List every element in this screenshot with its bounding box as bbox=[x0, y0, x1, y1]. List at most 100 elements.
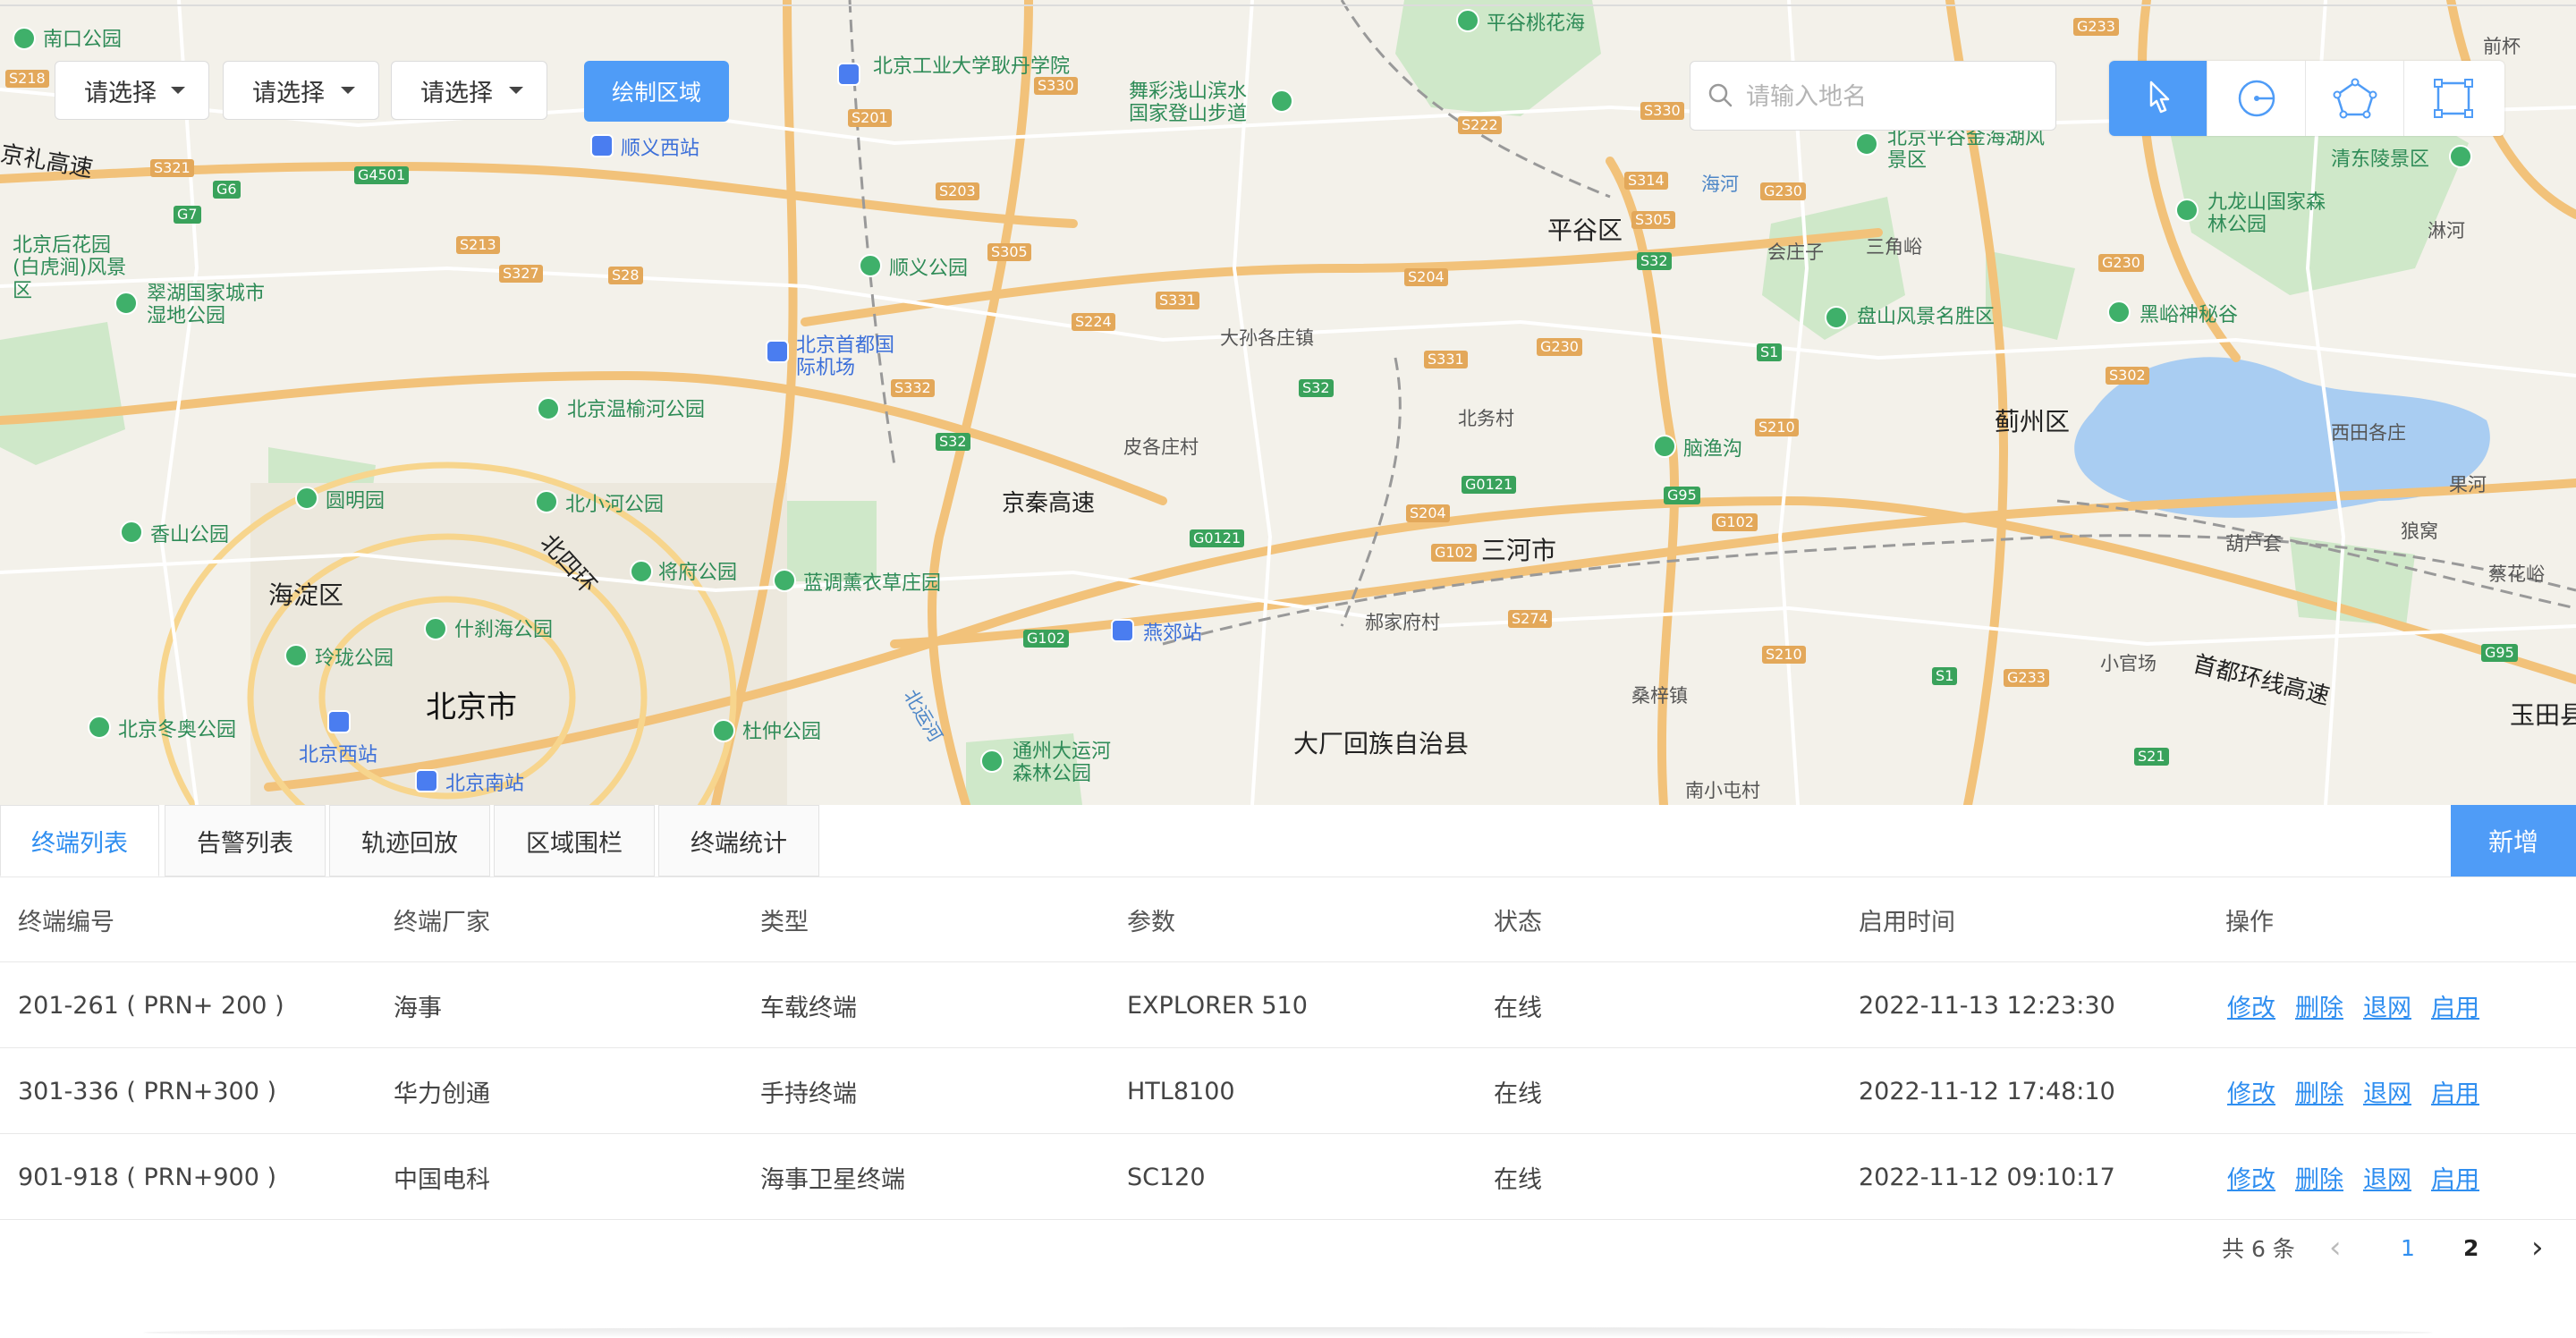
edit-link[interactable]: 修改 bbox=[2227, 1074, 2275, 1109]
road-shield: G95 bbox=[2481, 644, 2518, 662]
rectangle-icon bbox=[2434, 79, 2473, 118]
map-label: 北务村 bbox=[1458, 408, 1514, 429]
poi-label: 舞彩浅山滨水国家登山步道 bbox=[1129, 80, 1248, 126]
map-label: 果河 bbox=[2449, 474, 2487, 495]
road-shield: G230 bbox=[1537, 338, 1582, 356]
poi-label: 脑渔沟 bbox=[1683, 438, 1743, 461]
column-header: 状态 bbox=[1494, 908, 1542, 936]
filter-select-3[interactable]: 请选择 bbox=[391, 61, 547, 120]
road-shield: S21 bbox=[2134, 748, 2169, 766]
tool-polygon[interactable] bbox=[2306, 61, 2404, 136]
station-icon bbox=[327, 710, 351, 733]
airport-icon bbox=[766, 340, 789, 363]
road-shield: G102 bbox=[1023, 630, 1069, 648]
pagination-page[interactable]: 1 bbox=[2401, 1225, 2415, 1270]
draw-area-button[interactable]: 绘制区域 bbox=[584, 61, 729, 122]
park-icon bbox=[424, 617, 447, 640]
terminal-enabled-time: 2022-11-13 12:23:30 bbox=[1859, 991, 2115, 1020]
park-icon bbox=[114, 292, 138, 315]
tool-circle[interactable] bbox=[2207, 61, 2306, 136]
delete-link[interactable]: 删除 bbox=[2295, 1074, 2343, 1109]
pagination-total: 共 6 条 bbox=[2222, 1236, 2295, 1262]
column-header: 类型 bbox=[760, 908, 809, 936]
poi-label: 盘山风景名胜区 bbox=[1857, 306, 1996, 328]
filter-select-1[interactable]: 请选择 bbox=[55, 61, 209, 120]
map-label: 西田各庄 bbox=[2331, 422, 2406, 444]
park-icon bbox=[630, 560, 653, 583]
terminal-vendor: 中国电科 bbox=[394, 1165, 490, 1194]
road-shield: S330 bbox=[1640, 102, 1684, 120]
road-shield: S332 bbox=[891, 379, 935, 397]
map-view[interactable]: 北京市 平谷区 三河市 蓟州区 海淀区 大厂回族自治县 京秦高速 首都环线高速 … bbox=[0, 0, 2576, 805]
enable-link[interactable]: 启用 bbox=[2431, 1160, 2479, 1195]
park-icon bbox=[2449, 145, 2472, 168]
deregister-link[interactable]: 退网 bbox=[2363, 988, 2411, 1023]
place-search[interactable] bbox=[1690, 61, 2056, 131]
tool-rectangle[interactable] bbox=[2404, 61, 2503, 136]
terminal-type: 海事卫星终端 bbox=[760, 1165, 905, 1194]
road-shield: S305 bbox=[1631, 211, 1675, 229]
map-label-beijing: 北京市 bbox=[426, 690, 517, 725]
poi-label: 北京后花园(白虎涧)风景区 bbox=[13, 234, 127, 302]
terminal-enabled-time: 2022-11-12 17:48:10 bbox=[1859, 1077, 2115, 1105]
circle-icon bbox=[2238, 80, 2275, 117]
enable-link[interactable]: 启用 bbox=[2431, 1074, 2479, 1109]
deregister-link[interactable]: 退网 bbox=[2363, 1074, 2411, 1109]
road-shield: G233 bbox=[2004, 669, 2049, 687]
poi-label: 黑峪神秘谷 bbox=[2140, 304, 2239, 326]
poi-label: 北京冬奥公园 bbox=[118, 719, 237, 741]
road-shield: G4501 bbox=[354, 166, 410, 184]
enable-link[interactable]: 启用 bbox=[2431, 988, 2479, 1023]
road-shield: G230 bbox=[2098, 254, 2144, 272]
map-label-pinggu: 平谷区 bbox=[1547, 216, 1623, 245]
filter-select-2[interactable]: 请选择 bbox=[223, 61, 379, 120]
road-shield: S314 bbox=[1624, 172, 1668, 190]
road-shield: G102 bbox=[1712, 513, 1758, 531]
map-label: 南小屯村 bbox=[1685, 780, 1760, 801]
map-label-jizhou: 蓟州区 bbox=[1995, 407, 2071, 436]
polygon-icon bbox=[2333, 78, 2377, 119]
map-label-dachang: 大厂回族自治县 bbox=[1293, 729, 1470, 758]
terminal-id: 901-918 ( PRN+900 ) bbox=[18, 1163, 277, 1191]
tool-pointer[interactable] bbox=[2109, 61, 2207, 136]
deregister-link[interactable]: 退网 bbox=[2363, 1160, 2411, 1195]
pagination-next[interactable]: › bbox=[2531, 1225, 2544, 1270]
poi-label: 北小河公园 bbox=[565, 494, 665, 516]
place-search-input[interactable] bbox=[1744, 74, 2043, 119]
poi-label: 平谷桃花海 bbox=[1487, 13, 1586, 35]
column-header: 终端厂家 bbox=[394, 908, 490, 936]
park-icon bbox=[712, 719, 735, 742]
poi-label: 香山公园 bbox=[150, 524, 230, 546]
park-icon bbox=[535, 490, 558, 513]
delete-link[interactable]: 删除 bbox=[2295, 1160, 2343, 1195]
road-shield: S218 bbox=[5, 70, 49, 88]
map-label: 前杯 bbox=[2483, 36, 2521, 57]
map-label-haidian: 海淀区 bbox=[268, 580, 344, 610]
edit-link[interactable]: 修改 bbox=[2227, 988, 2275, 1023]
tab-geofence[interactable]: 区域围栏 bbox=[494, 805, 655, 876]
park-icon bbox=[1270, 89, 1293, 113]
tab-terminal-stats[interactable]: 终端统计 bbox=[658, 805, 819, 876]
tab-track-playback[interactable]: 轨迹回放 bbox=[329, 805, 490, 876]
delete-link[interactable]: 删除 bbox=[2295, 988, 2343, 1023]
tab-alarm-list[interactable]: 告警列表 bbox=[165, 805, 326, 876]
road-shield: G102 bbox=[1431, 544, 1477, 562]
add-button[interactable]: 新增 bbox=[2451, 805, 2576, 876]
road-shield: S201 bbox=[848, 109, 892, 127]
terminal-id: 201-261 ( PRN+ 200 ) bbox=[18, 991, 284, 1020]
road-shield: S210 bbox=[1755, 419, 1799, 436]
edit-link[interactable]: 修改 bbox=[2227, 1160, 2275, 1195]
station-icon bbox=[590, 134, 614, 157]
tab-terminal-list[interactable]: 终端列表 bbox=[0, 805, 159, 876]
draw-toolbar bbox=[2109, 61, 2504, 136]
pagination-prev[interactable]: ‹ bbox=[2329, 1225, 2342, 1270]
map-label: 葫芦套 bbox=[2225, 533, 2282, 555]
row-actions: 修改 删除 退网 启用 bbox=[2227, 962, 2499, 1048]
pagination-page[interactable]: 2 bbox=[2463, 1225, 2479, 1270]
road-shield: S331 bbox=[1424, 351, 1468, 368]
park-icon bbox=[859, 254, 882, 277]
poi-label: 玲珑公园 bbox=[315, 648, 394, 670]
filter-select-value: 请选择 bbox=[420, 79, 493, 107]
park-icon bbox=[1653, 435, 1676, 458]
row-actions: 修改 删除 退网 启用 bbox=[2227, 1048, 2499, 1134]
